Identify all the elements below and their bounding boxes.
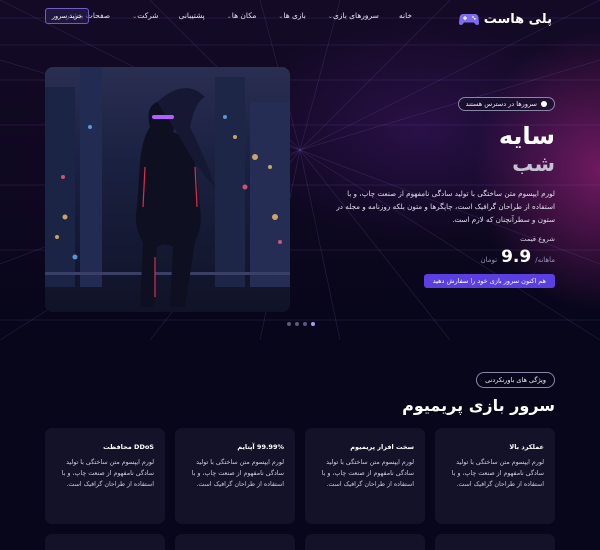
feature-card-hardware: سخت افزار پریمیوم لورم ایپسوم متن ساختگی… [305, 428, 425, 524]
status-dot-icon [541, 101, 547, 107]
hero-image [45, 67, 290, 312]
hero-content: سرورها در دسترس هستند سایه شب لورم ایپسو… [325, 92, 556, 289]
card-title: DDoS محافظت [103, 443, 154, 451]
card-description: لورم ایپسوم متن ساختگی با تولید سادگی نا… [451, 459, 544, 489]
page: پلی هاست خانه سرورهای بازی⌄ بازی ها⌄ مکا… [0, 0, 600, 550]
logo[interactable]: پلی هاست [458, 9, 552, 29]
feature-card-uptime: 99.99% آپتایم لورم ایپسوم متن ساختگی با … [175, 428, 295, 524]
hero-title: سایه [498, 122, 555, 150]
nav-item-game-servers[interactable]: سرورهای بازی⌄ [326, 11, 379, 20]
start-price-label: شروع قیمت [520, 235, 555, 244]
nav-item-games[interactable]: بازی ها⌄ [276, 11, 306, 20]
order-server-button[interactable]: هم اکنون سرور بازی خود را سفارش دهید [423, 274, 555, 289]
price-row: ماهانه/ 9.9 تومان [325, 247, 556, 268]
nav-item-company[interactable]: شرکت⌄ [130, 11, 158, 20]
nav-item-home[interactable]: خانه [399, 11, 412, 20]
card-title: عملکرد بالا [509, 443, 544, 451]
feature-card-partial [305, 534, 425, 550]
card-description: لورم ایپسوم متن ساختگی با تولید سادگی نا… [191, 459, 284, 489]
site-header: پلی هاست خانه سرورهای بازی⌄ بازی ها⌄ مکا… [0, 0, 600, 38]
cyber-girl-illustration [45, 67, 290, 307]
card-description: لورم ایپسوم متن ساختگی با تولید سادگی نا… [321, 459, 414, 489]
feature-card-ddos: DDoS محافظت لورم ایپسوم متن ساختگی با تو… [45, 428, 165, 524]
buy-server-button[interactable]: خرید سرور [45, 8, 89, 24]
hero-subtitle: شب [512, 152, 555, 177]
main-nav: خانه سرورهای بازی⌄ بازی ها⌄ مکان ها⌄ پشت… [59, 11, 412, 20]
slider-dot[interactable] [295, 322, 299, 326]
logo-text: پلی هاست [483, 11, 552, 27]
features-title: سرور بازی پریمیوم [402, 396, 555, 415]
price-currency: تومان [480, 256, 498, 265]
card-title: 99.99% آپتایم [237, 443, 284, 451]
gamepad-icon [458, 14, 479, 25]
feature-card-partial [175, 534, 295, 550]
slider-dot[interactable] [287, 322, 291, 326]
feature-card-partial [45, 534, 165, 550]
feature-card-partial [435, 534, 555, 550]
nav-item-support[interactable]: پشتیبانی [179, 11, 205, 20]
slider-dots [287, 322, 315, 326]
hero-description: لورم ایپسوم متن ساختگی با تولید سادگی نا… [336, 189, 555, 224]
slider-dot[interactable] [303, 322, 307, 326]
card-title: سخت افزار پریمیوم [350, 443, 414, 451]
features-badge: ویژگی های باورنکردنی [476, 372, 555, 388]
price-period: ماهانه/ [535, 256, 555, 265]
nav-item-locations[interactable]: مکان ها⌄ [225, 11, 257, 20]
servers-available-badge: سرورها در دسترس هستند [457, 97, 555, 111]
slider-dot-active[interactable] [311, 322, 315, 326]
card-description: لورم ایپسوم متن ساختگی با تولید سادگی نا… [61, 459, 154, 489]
feature-card-performance: عملکرد بالا لورم ایپسوم متن ساختگی با تو… [435, 428, 555, 524]
price-value: 9.9 [501, 247, 532, 268]
